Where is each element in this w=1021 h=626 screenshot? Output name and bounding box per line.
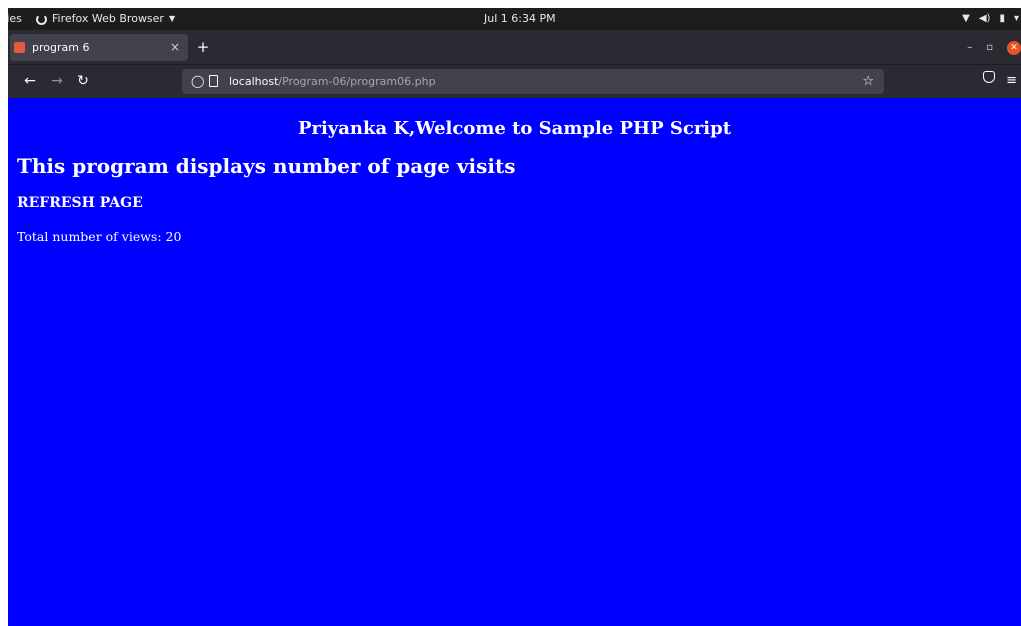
app-menu[interactable]: Firefox Web Browser ▼ bbox=[36, 8, 175, 30]
battery-icon: ▮ bbox=[999, 13, 1005, 24]
chevron-down-icon: ▼ bbox=[168, 14, 176, 23]
tab-strip: program 6 × + – ▫ ✕ bbox=[8, 30, 1021, 64]
page-heading: This program displays number of page vis… bbox=[17, 154, 516, 178]
tab-title: program 6 bbox=[32, 41, 90, 54]
url-host: localhost bbox=[229, 75, 279, 88]
address-bar[interactable]: ◯ localhost/Program-06/program06.php ☆ bbox=[182, 69, 884, 94]
system-top-bar: ties Firefox Web Browser ▼ Jul 1 6:34 PM… bbox=[8, 8, 1021, 30]
url-text[interactable]: localhost/Program-06/program06.php bbox=[229, 69, 436, 94]
back-arrow-icon[interactable]: ← bbox=[19, 70, 41, 92]
forward-arrow-icon[interactable]: → bbox=[46, 70, 68, 92]
window-controls: – ▫ ✕ bbox=[967, 34, 1021, 61]
firefox-icon bbox=[36, 13, 47, 25]
favicon-icon bbox=[14, 42, 25, 53]
maximize-icon[interactable]: ▫ bbox=[986, 42, 993, 53]
volume-icon: ◀) bbox=[978, 13, 991, 24]
page-info-icon[interactable] bbox=[209, 75, 218, 87]
tab-program-6[interactable]: program 6 × bbox=[10, 34, 188, 61]
close-tab-icon[interactable]: × bbox=[170, 34, 180, 61]
desktop-screen: ties Firefox Web Browser ▼ Jul 1 6:34 PM… bbox=[8, 8, 1021, 626]
page-title: Priyanka K,Welcome to Sample PHP Script bbox=[297, 118, 732, 139]
pocket-icon[interactable] bbox=[983, 71, 995, 83]
app-menu-label: Firefox Web Browser bbox=[52, 12, 164, 25]
minimize-icon[interactable]: – bbox=[967, 42, 972, 53]
url-path: /Program-06/program06.php bbox=[278, 75, 436, 88]
status-area[interactable]: ▼ ◀) ▮ ▾ bbox=[962, 8, 1021, 30]
activities-button[interactable]: ties bbox=[8, 8, 22, 30]
navigation-toolbar: ← → ↻ ◯ localhost/Program-06/program06.p… bbox=[8, 64, 1021, 98]
network-icon: ▼ bbox=[962, 13, 970, 24]
reload-icon[interactable]: ↻ bbox=[72, 70, 94, 92]
tracking-shield-icon[interactable]: ◯ bbox=[191, 69, 204, 94]
close-window-icon[interactable]: ✕ bbox=[1007, 40, 1021, 55]
page-content: Priyanka K,Welcome to Sample PHP Script … bbox=[8, 98, 1021, 626]
bookmark-star-icon[interactable]: ☆ bbox=[862, 69, 874, 94]
views-counter: Total number of views: 20 bbox=[17, 229, 182, 244]
chevron-down-icon: ▾ bbox=[1013, 13, 1019, 24]
hamburger-menu-icon[interactable]: ≡ bbox=[1006, 70, 1017, 92]
refresh-page-link[interactable]: REFRESH PAGE bbox=[17, 195, 143, 211]
new-tab-button[interactable]: + bbox=[192, 34, 214, 61]
system-clock[interactable]: Jul 1 6:34 PM bbox=[484, 8, 556, 30]
